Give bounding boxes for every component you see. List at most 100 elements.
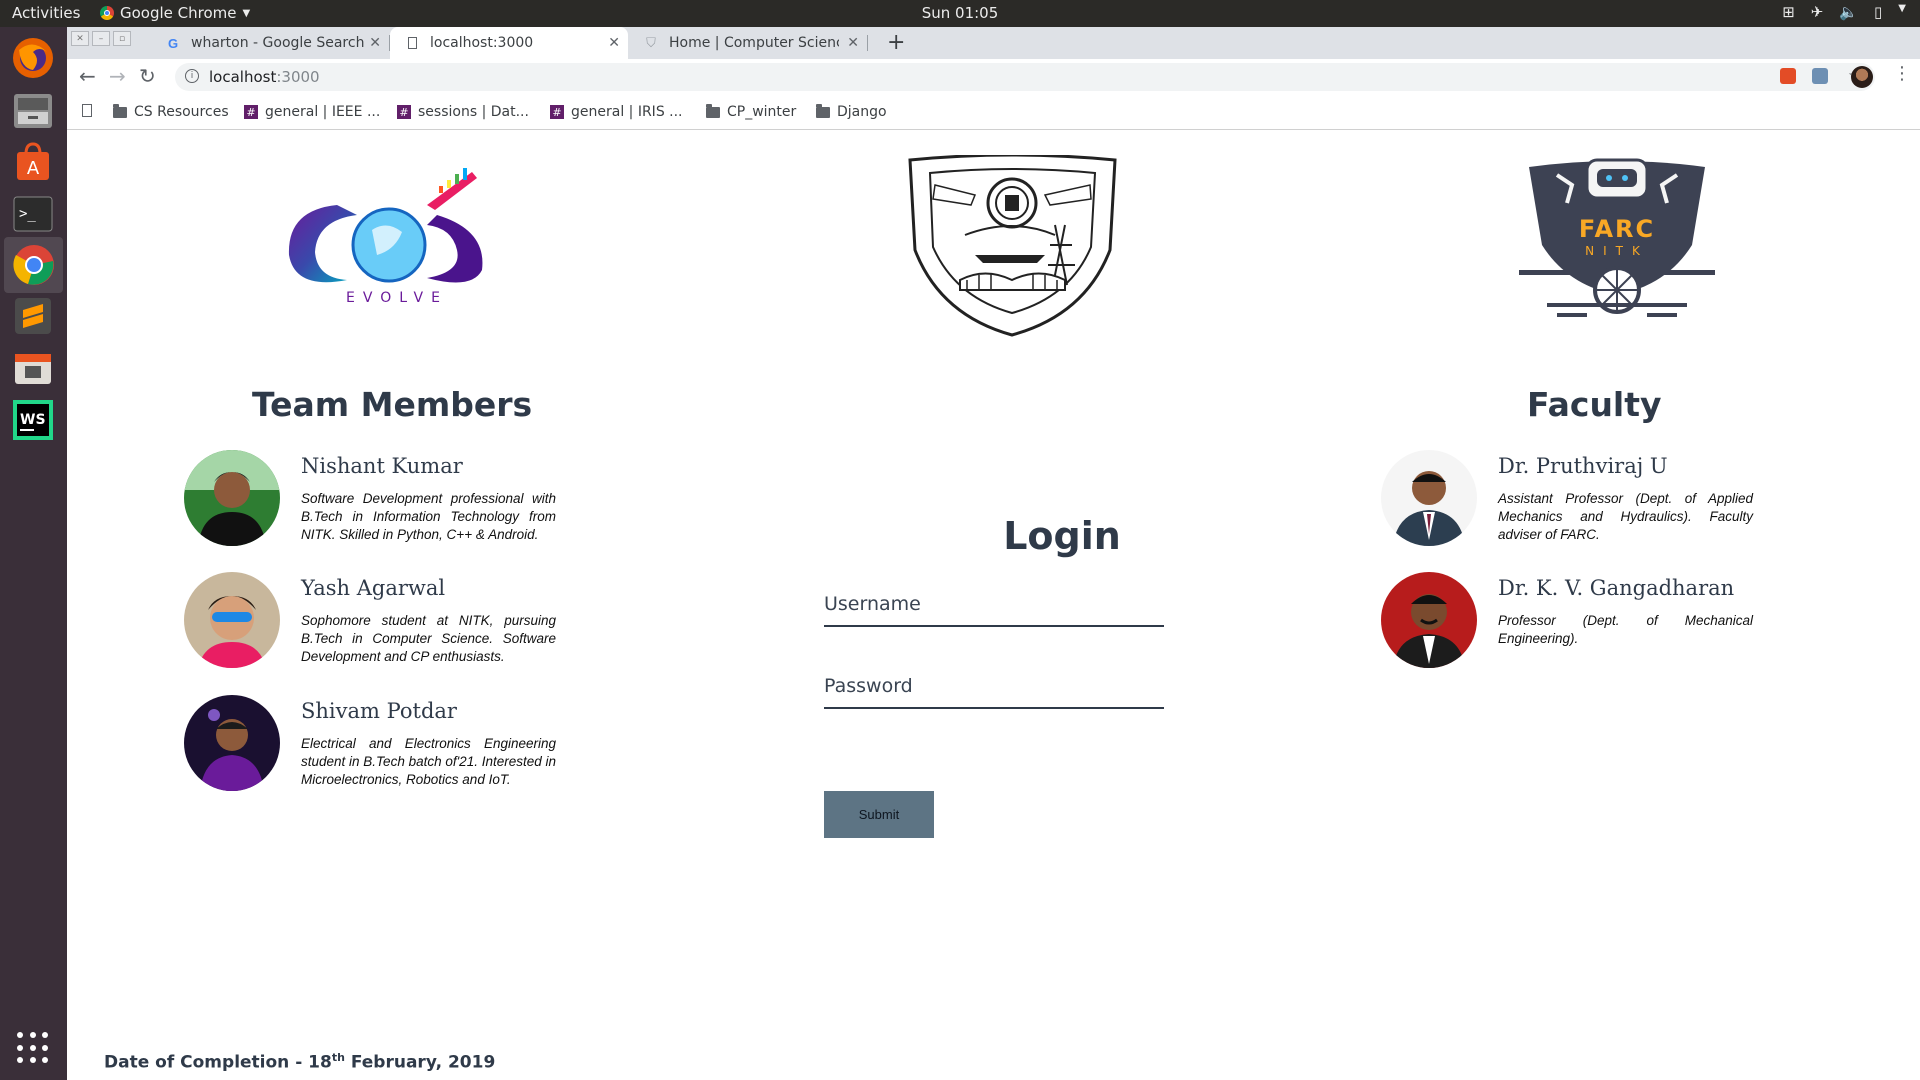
member-description: Electrical and Electronics Engineering s…	[301, 736, 556, 787]
new-tab-button[interactable]: +	[887, 30, 905, 55]
tab-strip: ✕ – ▫ G wharton - Google Search ✕ localh…	[67, 27, 1920, 59]
forward-icon[interactable]: →	[109, 64, 126, 88]
member-description: Sophomore student at NITK, pursuing B.Te…	[301, 613, 556, 664]
extension-icon[interactable]	[1812, 68, 1828, 84]
reload-icon[interactable]: ↻	[139, 64, 156, 88]
member-name: Yash Agarwal	[301, 576, 446, 600]
minimize-window-icon[interactable]: –	[92, 31, 110, 46]
completion-date: Date of Completion - 18th February, 2019	[104, 1051, 496, 1073]
bookmark-cp-winter[interactable]: CP_winter	[706, 103, 796, 120]
bookmark-general-ieee[interactable]: # general | IEEE ...	[244, 104, 380, 120]
password-input[interactable]	[824, 665, 1164, 709]
bookmarks-bar: CS Resources # general | IEEE ... # sessio…	[67, 95, 1920, 130]
network-icon: ⊞	[1782, 3, 1795, 21]
clock[interactable]: Sun 01:05	[922, 4, 999, 22]
maximize-window-icon[interactable]: ▫	[113, 31, 131, 46]
apps-shortcut[interactable]	[82, 104, 92, 117]
farc-logo: FARC NITK	[1519, 158, 1715, 317]
team-members-title: Team Members	[252, 385, 533, 424]
team-member-card: Yash Agarwal Sophomore student at NITK, …	[184, 572, 584, 672]
back-icon[interactable]: ←	[79, 64, 96, 88]
close-window-icon[interactable]: ✕	[71, 31, 89, 46]
avatar	[1381, 572, 1477, 668]
file-cabinet-icon	[14, 94, 52, 128]
profile-avatar[interactable]	[1851, 66, 1873, 88]
page-icon	[82, 104, 92, 117]
system-top-bar: Activities Google Chrome ▼ Sun 01:05 ⊞ ✈…	[0, 0, 1920, 27]
tab-localhost[interactable]: localhost:3000 ✕	[390, 27, 628, 59]
slack-icon: #	[550, 105, 564, 119]
screenshot-launcher[interactable]	[10, 345, 56, 391]
sublime-text-icon	[15, 298, 51, 334]
close-tab-icon[interactable]: ✕	[847, 35, 859, 51]
avatar	[1381, 450, 1477, 546]
terminal-launcher[interactable]: >_	[10, 191, 56, 237]
tab-google-search[interactable]: G wharton - Google Search ✕	[151, 27, 389, 59]
shopping-bag-icon: A	[17, 142, 49, 180]
extension-icon[interactable]	[1780, 68, 1796, 84]
app-menu[interactable]: Google Chrome ▼	[100, 4, 250, 22]
faculty-description: Professor (Dept. of Mechanical Engineeri…	[1498, 613, 1753, 646]
folder-image-icon	[15, 354, 51, 384]
close-tab-icon[interactable]: ✕	[608, 35, 620, 51]
software-center-launcher[interactable]: A	[10, 139, 56, 185]
webstorm-icon: WS	[13, 400, 53, 440]
launcher-dock: A >_ WS	[0, 27, 67, 1080]
app-menu-label: Google Chrome	[120, 4, 237, 22]
nitk-emblem	[908, 155, 1117, 337]
svg-text:WS: WS	[20, 412, 46, 428]
username-input[interactable]	[824, 583, 1164, 627]
folder-icon	[816, 103, 830, 118]
browser-toolbar: ← → ↻ i localhost:3000 ☆ ⋮	[67, 59, 1920, 95]
team-member-card: Nishant Kumar Software Development profe…	[184, 450, 584, 550]
tab-computer-science[interactable]: ⛉ Home | Computer Science ✕	[629, 27, 867, 59]
faculty-name: Dr. Pruthviraj U	[1498, 454, 1668, 478]
svg-text:A: A	[27, 158, 40, 179]
faculty-title: Faculty	[1527, 385, 1662, 424]
bookmark-cs-resources[interactable]: CS Resources	[113, 103, 229, 120]
avatar	[184, 695, 280, 791]
tab-title: wharton - Google Search	[191, 35, 365, 51]
submit-button[interactable]: Submit	[824, 791, 934, 838]
url-text[interactable]: localhost:3000	[209, 68, 320, 86]
slack-icon: #	[244, 105, 258, 119]
firefox-icon	[13, 38, 53, 78]
power-menu-icon: ▼	[1898, 3, 1906, 14]
chrome-menu-icon[interactable]: ⋮	[1893, 63, 1911, 84]
firefox-launcher[interactable]	[10, 35, 56, 81]
close-tab-icon[interactable]: ✕	[369, 35, 381, 51]
address-bar[interactable]: i localhost:3000 ☆	[175, 63, 1875, 91]
window-controls: ✕ – ▫	[71, 31, 131, 46]
files-launcher[interactable]	[10, 87, 56, 133]
tab-title: localhost:3000	[430, 35, 534, 51]
page-content: EVOLVE FARC NITK Team Members Nishant Ku…	[67, 130, 1920, 1080]
bookmark-sessions[interactable]: # sessions | Dat...	[397, 104, 529, 120]
tab-title: Home | Computer Science	[669, 35, 839, 51]
avatar	[184, 572, 280, 668]
system-tray[interactable]: ⊞ ✈ 🔈 ▯ ▼	[1782, 3, 1906, 21]
team-member-card: Shivam Potdar Electrical and Electronics…	[184, 695, 584, 795]
dropdown-arrow-icon: ▼	[242, 7, 251, 19]
faculty-name: Dr. K. V. Gangadharan	[1498, 576, 1735, 600]
sublime-launcher[interactable]	[10, 293, 56, 339]
show-applications-button[interactable]	[17, 1032, 49, 1064]
webstorm-launcher[interactable]: WS	[10, 397, 56, 443]
slack-icon: #	[397, 105, 411, 119]
chrome-launcher[interactable]	[4, 237, 63, 293]
folder-icon	[113, 103, 127, 118]
info-icon[interactable]: i	[185, 69, 199, 83]
login-title: Login	[1003, 514, 1121, 558]
chrome-icon	[12, 245, 54, 285]
farc-logo-text: FARC	[1579, 215, 1655, 243]
bookmark-general-iris[interactable]: # general | IRIS ...	[550, 104, 683, 120]
farc-nitk-text: NITK	[1585, 244, 1649, 258]
faculty-card: Dr. Pruthviraj U Assistant Professor (De…	[1381, 450, 1781, 550]
volume-icon: 🔈	[1839, 3, 1859, 21]
google-icon: G	[167, 35, 179, 51]
airplane-icon: ✈	[1810, 3, 1824, 21]
member-name: Nishant Kumar	[301, 454, 463, 478]
evolve-logo: EVOLVE	[288, 168, 483, 306]
page-icon	[404, 35, 420, 51]
bookmark-django[interactable]: Django	[816, 103, 887, 120]
activities-button[interactable]: Activities	[12, 4, 80, 22]
